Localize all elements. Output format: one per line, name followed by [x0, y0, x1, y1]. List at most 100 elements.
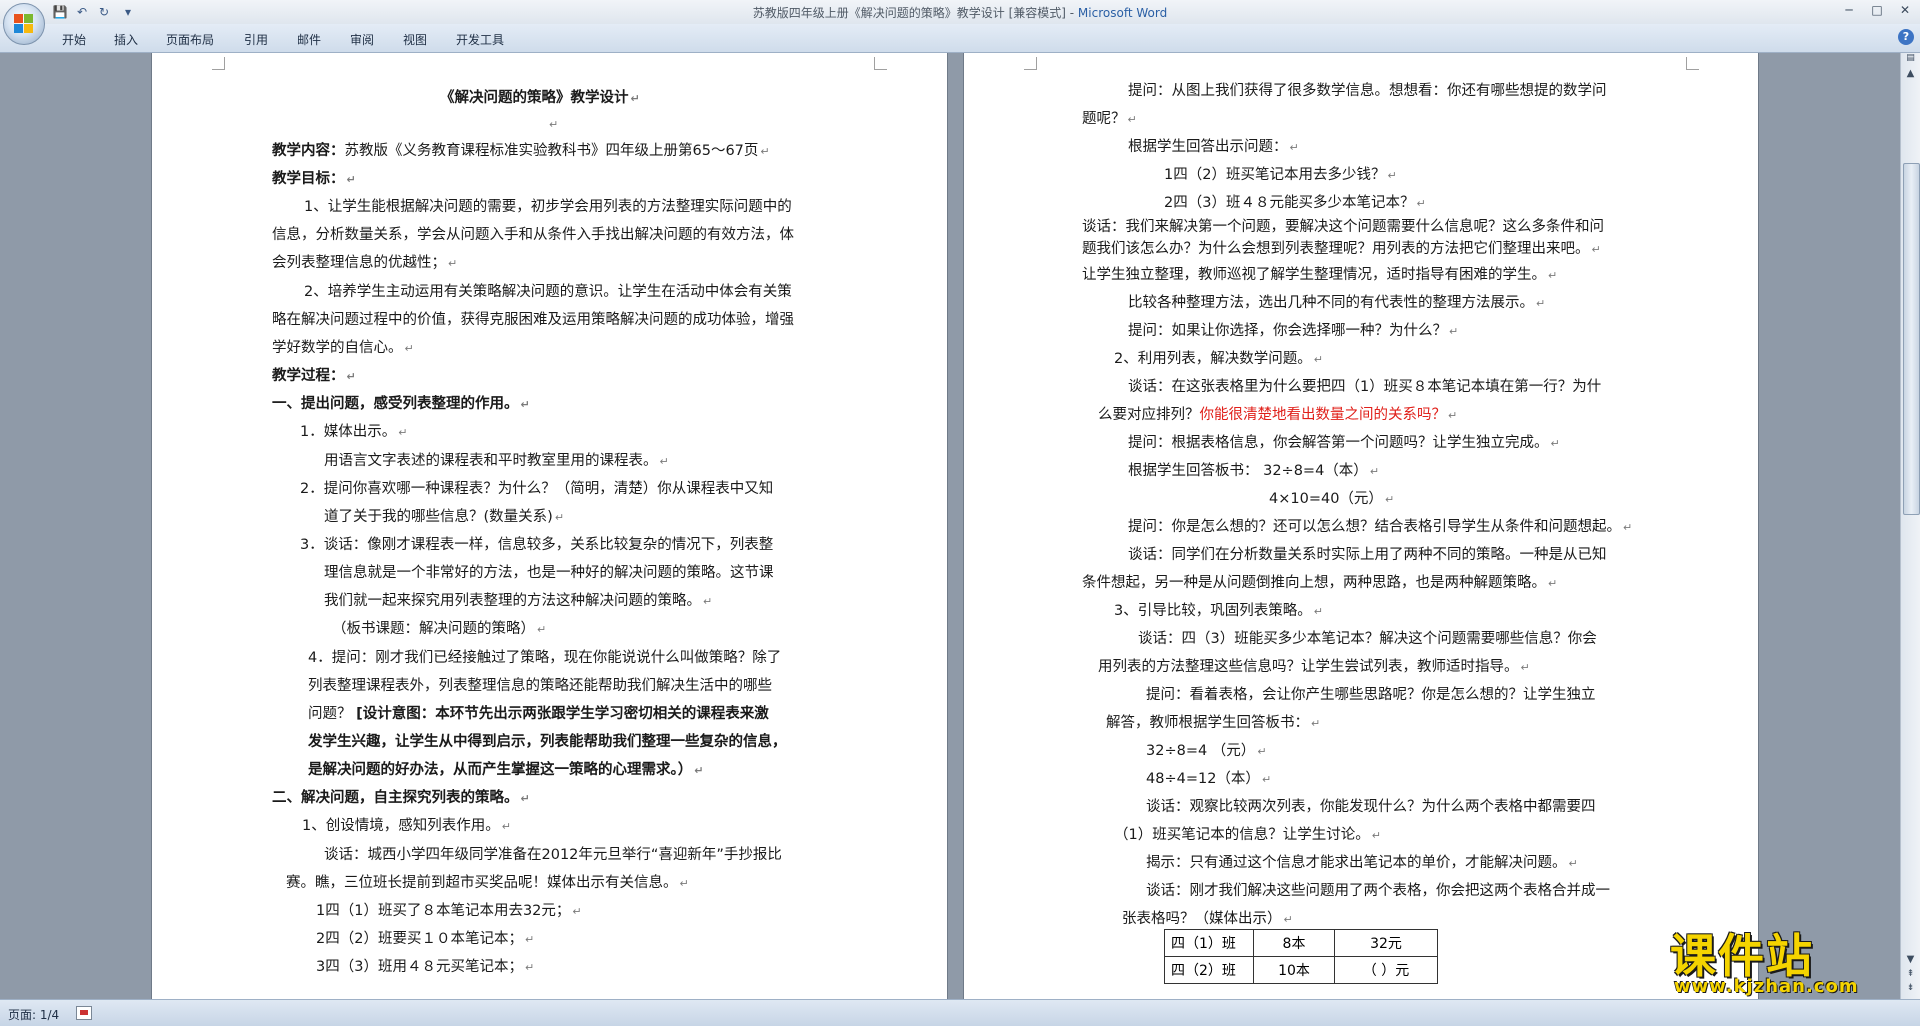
maximize-button[interactable]: □ [1864, 0, 1890, 20]
question-item: 2四（3）班４８元能买多少本笔记本？ ↵ [1164, 195, 1426, 211]
paragraph-line: 谈话：在这张表格里为什么要把四（1）班买８本笔记本填在第一行？为什 [1128, 379, 1602, 395]
vertical-scrollbar[interactable]: ▤ ▲ ▼ ⇞ ⇟ [1900, 53, 1920, 999]
tab-page-layout[interactable]: 页面布局 [166, 31, 214, 48]
paragraph-line: 道了关于我的哪些信息？(数量关系) ↵ [324, 509, 565, 525]
paragraph-line: 条件想起，另一种是从问题倒推向上想，两种思路，也是两种解题策略。 ↵ [1082, 575, 1558, 591]
paragraph-line: 谈话：城西小学四年级同学准备在2012年元旦举行“喜迎新年”手抄报比 [324, 847, 782, 863]
paragraph-line: 么要对应排列？你能很清楚地看出数量之间的关系吗？ ↵ [1098, 407, 1458, 423]
tab-mailings[interactable]: 邮件 [297, 31, 321, 48]
list-item: 2．提问你喜欢哪一种课程表？为什么？（简明，清楚）你从课程表中又知 [300, 481, 774, 497]
formula-line: 4×10=40（元） ↵ [1269, 491, 1395, 507]
scroll-down-icon[interactable]: ▼ [1903, 953, 1918, 967]
status-bar: 页面: 1/4 [0, 999, 1920, 1026]
table-row: 四（1）班 8本 32元 [1164, 929, 1438, 957]
crop-mark [1686, 57, 1699, 70]
paragraph-line: 张表格吗？（媒体出示） ↵ [1122, 911, 1293, 927]
proofing-icon[interactable] [76, 1006, 92, 1020]
paragraph-line: 谈话：刚才我们解决这些问题用了两个表格，你会把这两个表格合并成一 [1146, 883, 1610, 899]
table-row: 四（2）班 10本 （ ）元 [1164, 956, 1438, 984]
view-ruler-icon[interactable]: ▤ [1903, 53, 1918, 65]
paragraph-line: 学好数学的自信心。 ↵ [272, 340, 414, 356]
crop-mark [212, 57, 225, 70]
paragraph-line: 发学生兴趣，让学生从中得到启示，列表能帮助我们整理一些复杂的信息， [308, 734, 787, 750]
info-item: 2四（2）班要买１０本笔记本； ↵ [316, 931, 535, 947]
crop-mark [1024, 57, 1037, 70]
paragraph-line: 列表整理课程表外，列表整理信息的策略还能帮助我们解决生活中的哪些 [308, 678, 772, 694]
data-table: 四（1）班 8本 32元 四（2）班 10本 （ ）元 [1164, 929, 1438, 984]
section-heading-1: 一、提出问题，感受列表整理的作用。 ↵ [272, 396, 530, 412]
paragraph-line: 2、培养学生主动运用有关策略解决问题的意识。让学生在活动中体会有关策 [304, 284, 792, 300]
tab-view[interactable]: 视图 [403, 31, 427, 48]
paragraph-line: 略在解决问题过程中的价值，获得克服困难及运用策略解决问题的成功体验，增强 [272, 312, 794, 328]
paragraph-line: 用列表的方法整理这些信息吗？让学生尝试列表，教师适时指导。 ↵ [1098, 659, 1530, 675]
formula-line: 48÷4=12（本） ↵ [1146, 771, 1272, 787]
document-page-2[interactable]: 提问：从图上我们获得了很多数学信息。想想看：你还有哪些想提的数学问 题呢？ ↵ 根… [964, 53, 1758, 999]
watermark-url: www.kjzhan.com [1674, 976, 1859, 997]
title-bar: 💾 ↶ ↻ ▾ 苏教版四年级上册《解决问题的策略》教学设计 [兼容模式] - M… [0, 0, 1920, 24]
paragraph-line: 提问：根据表格信息，你会解答第一个问题吗？让学生独立完成。 ↵ [1128, 435, 1560, 451]
document-page-1[interactable]: 《解决问题的策略》教学设计 ↵ ↵ 教学内容：苏教版《义务教育课程标准实验教科书》… [152, 53, 947, 999]
paragraph-line: 谈话：同学们在分析数量关系时实际上用了两种不同的策略。一种是从已知 [1128, 547, 1607, 563]
paragraph-line: 会列表整理信息的优越性； ↵ [272, 255, 458, 271]
paragraph-line: 提问：如果让你选择，你会选择哪一种？为什么？ ↵ [1128, 323, 1459, 339]
paragraph-line: 揭示：只有通过这个信息才能求出笔记本的单价，才能解决问题。 ↵ [1146, 855, 1578, 871]
tab-review[interactable]: 审阅 [350, 31, 374, 48]
office-logo-icon [14, 14, 34, 34]
question-item: 1四（2）班买笔记本用去多少钱？ ↵ [1164, 167, 1397, 183]
paragraph-line: 1、让学生能根据解决问题的需要，初步学会用列表的方法整理实际问题中的 [304, 199, 792, 215]
tab-developer[interactable]: 开发工具 [456, 31, 504, 48]
ribbon-tabs: 开始 插入 页面布局 引用 邮件 审阅 视图 开发工具 ? [0, 24, 1920, 53]
table-cell: 四（1）班 [1164, 929, 1254, 957]
next-page-icon[interactable]: ⇟ [1903, 983, 1918, 995]
empty-paragraph: ↵ [549, 118, 559, 131]
info-item: 3四（3）班用４８元买笔记本； ↵ [316, 959, 535, 975]
paragraph-line: 提问：你是怎么想的？还可以怎么想？结合表格引导学生从条件和问题想起。 ↵ [1128, 519, 1633, 535]
window-title: 苏教版四年级上册《解决问题的策略》教学设计 [兼容模式] - Microsoft… [0, 4, 1920, 21]
scroll-up-icon[interactable]: ▲ [1903, 67, 1918, 81]
tab-home[interactable]: 开始 [62, 31, 86, 48]
section-heading-2: 二、解决问题，自主探究列表的策略。 ↵ [272, 790, 530, 806]
crop-mark [874, 57, 887, 70]
paragraph-line: 提问：从图上我们获得了很多数学信息。想想看：你还有哪些想提的数学问 [1128, 83, 1607, 99]
scroll-thumb[interactable] [1903, 163, 1920, 515]
paragraph-line: 题呢？ ↵ [1082, 111, 1137, 127]
teaching-goals-heading: 教学目标： ↵ [272, 171, 356, 187]
paragraph-line: 是解决问题的好办法，从而产生掌握这一策略的心理需求。） ↵ [308, 762, 704, 778]
document-workspace[interactable]: 《解决问题的策略》教学设计 ↵ ↵ 教学内容：苏教版《义务教育课程标准实验教科书》… [0, 53, 1900, 999]
previous-page-icon[interactable]: ⇞ [1903, 969, 1918, 981]
paragraph-line: 用语言文字表述的课程表和平时教室里用的课程表。 ↵ [324, 453, 669, 469]
paragraph-line: 谈话：四（3）班能买多少本笔记本？解决这个问题需要哪些信息？你会 [1138, 631, 1597, 647]
table-cell: 10本 [1253, 956, 1335, 984]
paragraph-line: 信息，分析数量关系，学会从问题入手和从条件入手找出解决问题的有效方法，体 [272, 227, 794, 243]
teaching-content: 教学内容：苏教版《义务教育课程标准实验教科书》四年级上册第65～67页 ↵ [272, 143, 770, 159]
paragraph-line: 题我们该怎么办？为什么会想到列表整理呢？用列表的方法把它们整理出来吧。 ↵ [1082, 241, 1601, 257]
highlighted-question: 你能很清楚地看出数量之间的关系吗？ [1199, 407, 1447, 423]
minimize-button[interactable]: ─ [1836, 0, 1862, 20]
page-count[interactable]: 页面: 1/4 [8, 1006, 59, 1023]
list-item: 1．媒体出示。 ↵ [300, 424, 408, 440]
process-heading: 教学过程： ↵ [272, 368, 356, 384]
app-name: Microsoft Word [1077, 6, 1168, 20]
paragraph-line: 根据学生回答出示问题： ↵ [1128, 139, 1299, 155]
office-button[interactable] [3, 3, 45, 45]
paragraph-line: 解答，教师根据学生回答板书： ↵ [1106, 715, 1321, 731]
formula-line: 32÷8=4 （元） ↵ [1146, 743, 1267, 759]
list-item: 1、创设情境，感知列表作用。 ↵ [302, 818, 511, 834]
table-cell: 32元 [1334, 929, 1438, 957]
paragraph-line: 问题？ [设计意图：本环节先出示两张跟学生学习密切相关的课程表来激 [308, 706, 769, 722]
paragraph-line: 谈话：我们来解决第一个问题，要解决这个问题需要什么信息呢？这么多条件和问 [1082, 219, 1604, 235]
paragraph-line: 我们就一起来探究用列表整理的方法这种解决问题的策略。 ↵ [324, 593, 713, 609]
help-icon[interactable]: ? [1898, 29, 1914, 45]
close-button[interactable]: ✕ [1892, 0, 1918, 20]
paragraph-line: （板书课题：解决问题的策略） ↵ [332, 621, 547, 637]
list-item: 3、引导比较，巩固列表策略。 ↵ [1114, 603, 1323, 619]
doc-title: 《解决问题的策略》教学设计 ↵ [440, 90, 640, 106]
paragraph-line: 提问：看着表格，会让你产生哪些思路呢？你是怎么想的？让学生独立 [1146, 687, 1596, 703]
paragraph-line: （1）班买笔记本的信息？让学生讨论。 ↵ [1114, 827, 1381, 843]
paragraph-line: 比较各种整理方法，选出几种不同的有代表性的整理方法展示。 ↵ [1128, 295, 1546, 311]
tab-insert[interactable]: 插入 [114, 31, 138, 48]
watermark-logo: 课件站 www.kjzhan.com [1660, 920, 1900, 1000]
table-cell: 8本 [1253, 929, 1335, 957]
tab-references[interactable]: 引用 [244, 31, 268, 48]
list-item: 2、利用列表，解决数学问题。 ↵ [1114, 351, 1323, 367]
